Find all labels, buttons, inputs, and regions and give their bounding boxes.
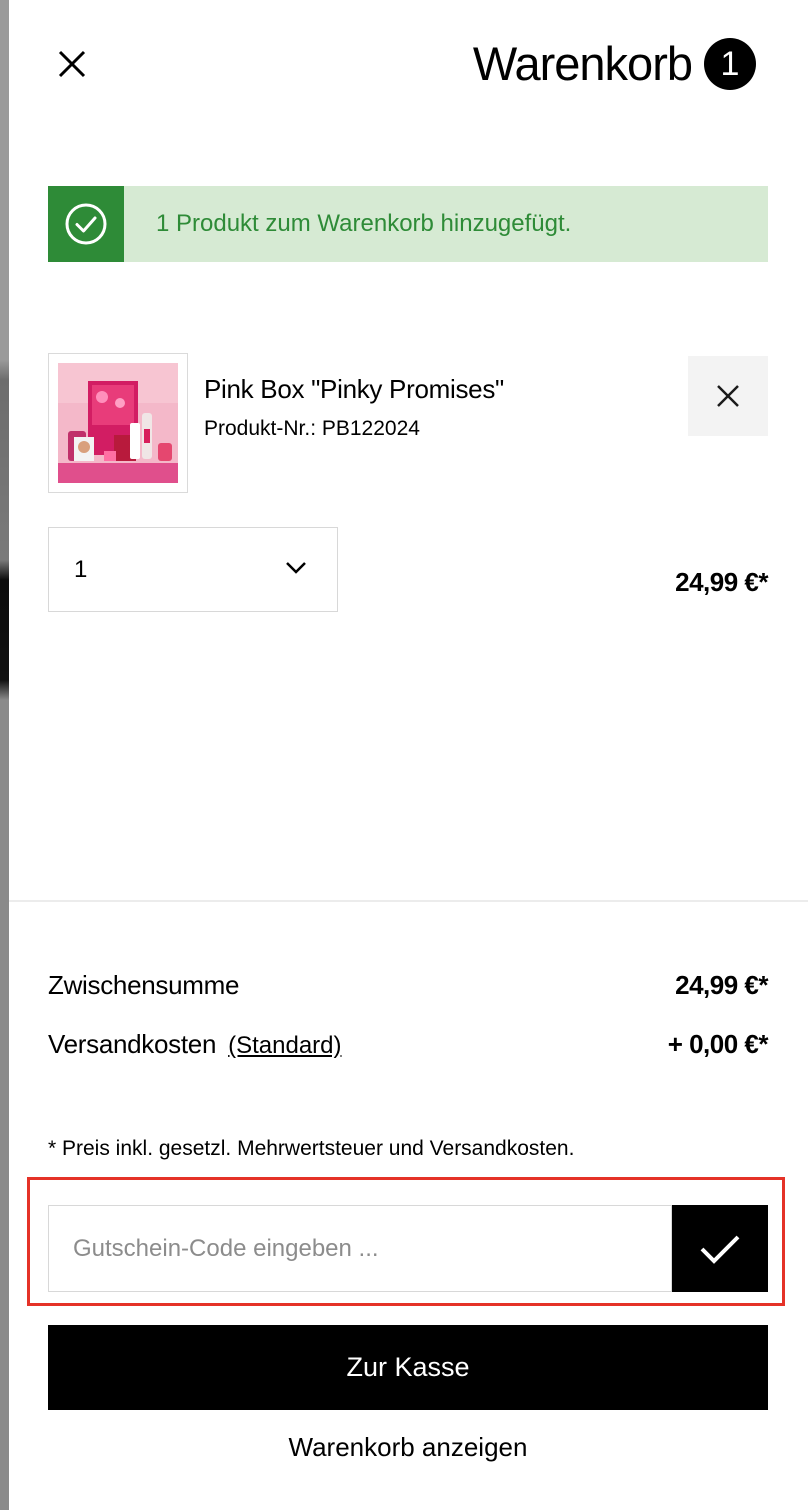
checkout-button[interactable]: Zur Kasse (48, 1325, 768, 1410)
voucher-submit-button[interactable] (672, 1205, 768, 1292)
checkmark-icon (700, 1235, 740, 1264)
background-edge (0, 0, 9, 1510)
shipping-value: + 0,00 €* (667, 1029, 769, 1059)
close-icon (58, 50, 86, 78)
success-notification: 1 Produkt zum Warenkorb hinzugefügt. (48, 186, 768, 262)
product-thumbnail (58, 363, 178, 483)
subtotal-label: Zwischensumme (48, 970, 240, 1000)
voucher-code-input[interactable] (48, 1205, 672, 1292)
quantity-value: 1 (74, 556, 88, 583)
product-image[interactable] (48, 353, 188, 493)
check-circle-icon (65, 203, 107, 245)
chevron-down-icon (286, 562, 306, 574)
close-button[interactable] (50, 42, 94, 86)
divider (9, 900, 808, 902)
success-icon-box (48, 186, 124, 262)
item-price: 24,99 €* (675, 567, 768, 597)
cart-header: Warenkorb 1 (473, 36, 756, 92)
subtotal-value: 24,99 €* (675, 970, 768, 1000)
cart-count-badge: 1 (704, 38, 756, 90)
success-message: 1 Produkt zum Warenkorb hinzugefügt. (156, 210, 572, 237)
page-title: Warenkorb (472, 37, 693, 90)
product-number: Produkt-Nr.: PB122024 (204, 417, 420, 440)
quantity-select[interactable]: 1 (48, 527, 338, 612)
remove-item-button[interactable] (688, 356, 768, 436)
product-name[interactable]: Pink Box "Pinky Promises" (204, 374, 504, 405)
shipping-row: Versandkosten (Standard) (48, 1029, 342, 1060)
view-cart-link[interactable]: Warenkorb anzeigen (48, 1432, 768, 1463)
tax-note: * Preis inkl. gesetzl. Mehrwertsteuer un… (48, 1137, 575, 1160)
close-icon (717, 385, 739, 407)
shipping-method-link[interactable]: (Standard) (228, 1032, 341, 1059)
shipping-label: Versandkosten (48, 1029, 217, 1059)
